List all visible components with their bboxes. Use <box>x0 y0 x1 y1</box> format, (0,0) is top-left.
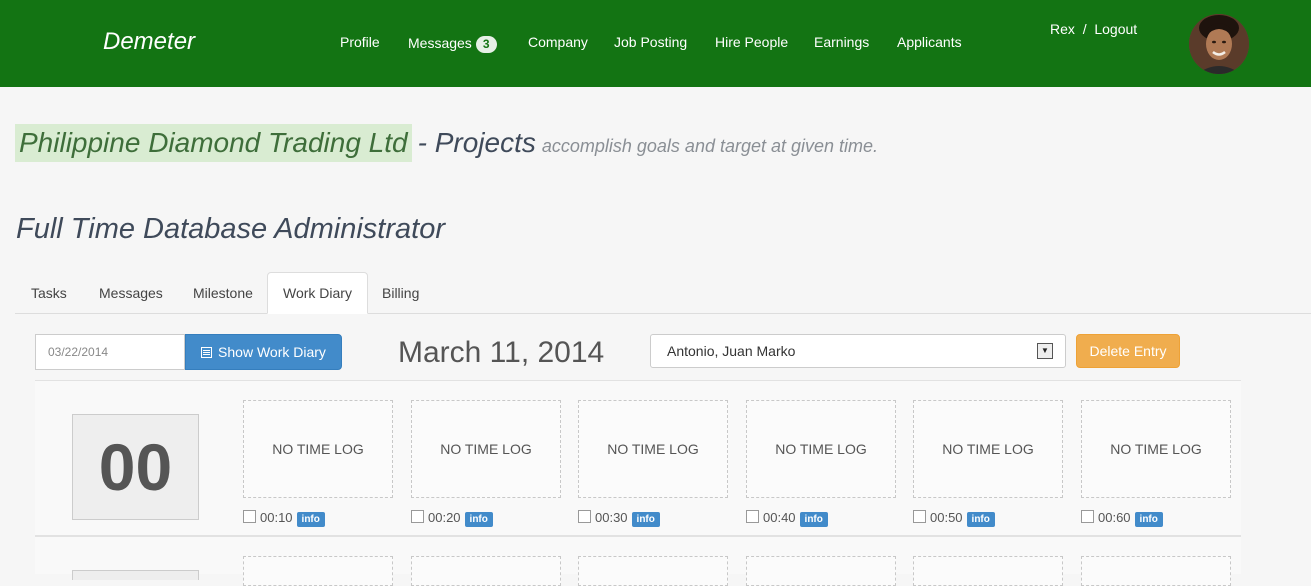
info-button[interactable]: info <box>296 512 325 527</box>
messages-count-badge: 3 <box>475 36 497 53</box>
slot-time: 00:10 <box>260 510 293 525</box>
tab-work-diary[interactable]: Work Diary <box>267 272 368 314</box>
time-slot[interactable]: NO TIME LOG <box>243 400 393 498</box>
info-button[interactable]: info <box>631 512 660 527</box>
time-slot-footer: 00:40 info <box>746 510 828 528</box>
person-select[interactable]: Antonio, Juan Marko ▼ <box>650 334 1066 368</box>
slot-time: 00:40 <box>763 510 796 525</box>
slot-time: 00:50 <box>930 510 963 525</box>
time-slot[interactable]: NO TIME LOG <box>913 400 1063 498</box>
slot-checkbox[interactable] <box>578 510 591 523</box>
info-button[interactable]: info <box>464 512 493 527</box>
time-slot[interactable] <box>913 556 1063 586</box>
brand-logo[interactable]: Demeter <box>103 28 195 56</box>
projects-subtitle: accomplish goals and target at given tim… <box>541 136 879 156</box>
time-slot-footer: 00:30 info <box>578 510 660 528</box>
slot-time: 00:30 <box>595 510 628 525</box>
user-separator: / <box>1082 21 1087 37</box>
top-navbar: Demeter Profile Messages 3 Company Job Po… <box>0 0 1311 87</box>
tab-tasks[interactable]: Tasks <box>16 273 82 313</box>
tab-milestone[interactable]: Milestone <box>178 273 268 313</box>
job-title: Full Time Database Administrator <box>16 213 445 245</box>
info-button[interactable]: info <box>799 512 828 527</box>
time-slot[interactable] <box>746 556 896 586</box>
avatar[interactable] <box>1189 14 1249 74</box>
projects-title: - Projects <box>417 127 536 158</box>
avatar-image <box>1189 14 1249 74</box>
nav-hire-people[interactable]: Hire People <box>715 34 788 50</box>
nav-job-posting[interactable]: Job Posting <box>614 34 687 50</box>
info-button[interactable]: info <box>1134 512 1163 527</box>
diary-hour-row: 00 NO TIME LOG 00:10 info NO TIME LOG 00:… <box>35 380 1241 536</box>
nav-profile[interactable]: Profile <box>340 34 380 50</box>
time-slot-footer: 00:20 info <box>411 510 493 528</box>
info-button[interactable]: info <box>966 512 995 527</box>
show-work-diary-label: Show Work Diary <box>218 344 326 360</box>
time-slot[interactable] <box>243 556 393 586</box>
nav-messages-label: Messages <box>408 35 472 51</box>
time-slot-footer: 00:60 info <box>1081 510 1163 528</box>
nav-applicants[interactable]: Applicants <box>897 34 962 50</box>
time-slot[interactable]: NO TIME LOG <box>1081 400 1231 498</box>
delete-entry-button[interactable]: Delete Entry <box>1076 334 1180 368</box>
show-work-diary-button[interactable]: Show Work Diary <box>185 334 342 370</box>
logout-link[interactable]: Logout <box>1094 21 1137 37</box>
user-menu: Rex / Logout <box>1050 21 1137 37</box>
slot-time: 00:60 <box>1098 510 1131 525</box>
tab-messages[interactable]: Messages <box>84 273 178 313</box>
user-name-link[interactable]: Rex <box>1050 21 1075 37</box>
diary-date-heading: March 11, 2014 <box>398 336 605 369</box>
time-slot[interactable] <box>411 556 561 586</box>
nav-company[interactable]: Company <box>528 34 588 50</box>
calendar-icon <box>201 347 213 358</box>
hour-label: 00 <box>72 414 199 520</box>
slot-checkbox[interactable] <box>746 510 759 523</box>
time-slot[interactable]: NO TIME LOG <box>411 400 561 498</box>
time-slot[interactable]: NO TIME LOG <box>578 400 728 498</box>
chevron-down-icon: ▼ <box>1037 343 1053 359</box>
tab-billing[interactable]: Billing <box>367 273 434 313</box>
company-name: Philippine Diamond Trading Ltd <box>15 124 412 162</box>
slot-time: 00:20 <box>428 510 461 525</box>
slot-checkbox[interactable] <box>243 510 256 523</box>
date-input[interactable] <box>35 334 185 370</box>
time-slot[interactable] <box>578 556 728 586</box>
tabs-divider <box>15 313 1311 314</box>
diary-hour-row <box>35 536 1241 586</box>
time-slot[interactable]: NO TIME LOG <box>746 400 896 498</box>
nav-messages[interactable]: Messages 3 <box>408 35 497 53</box>
hour-label <box>72 570 199 580</box>
time-slot-footer: 00:50 info <box>913 510 995 528</box>
time-slot[interactable] <box>1081 556 1231 586</box>
page-heading: Philippine Diamond Trading Ltd - Projects… <box>15 124 878 162</box>
slot-checkbox[interactable] <box>411 510 424 523</box>
slot-checkbox[interactable] <box>1081 510 1094 523</box>
slot-checkbox[interactable] <box>913 510 926 523</box>
time-slot-footer: 00:10 info <box>243 510 325 528</box>
nav-earnings[interactable]: Earnings <box>814 34 869 50</box>
person-select-value: Antonio, Juan Marko <box>667 343 796 359</box>
